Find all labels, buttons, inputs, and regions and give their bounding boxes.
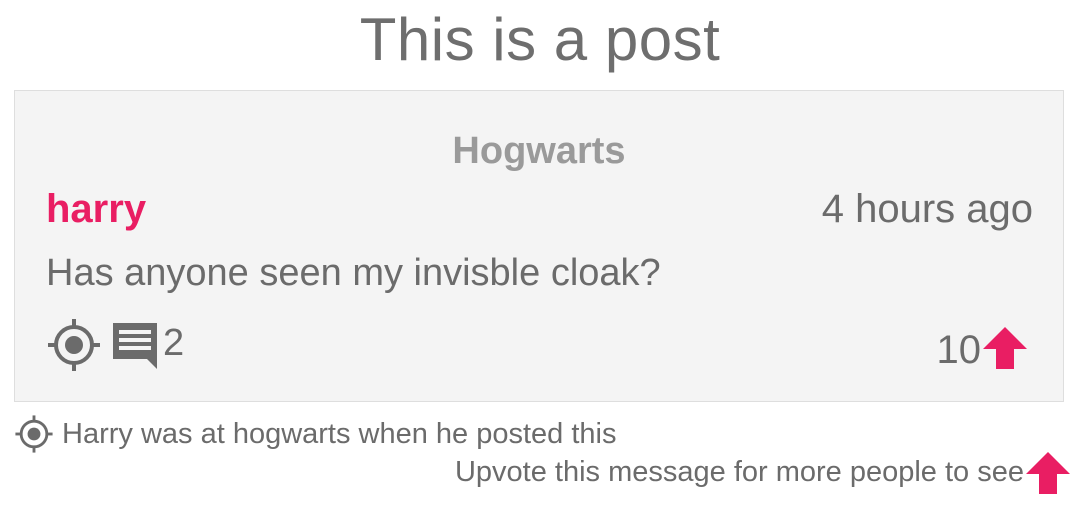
- my-location-icon: [48, 319, 100, 371]
- post-card[interactable]: Hogwarts harry 4 hours ago Has anyone se…: [14, 90, 1064, 402]
- vote-group: 10: [937, 319, 1030, 375]
- post-location-title: Hogwarts: [452, 130, 626, 172]
- post-timestamp: 4 hours ago: [821, 187, 1033, 231]
- page-title: This is a post: [359, 6, 721, 73]
- comment-count: 2: [163, 322, 185, 364]
- location-button[interactable]: [46, 317, 102, 373]
- post-message: Has anyone seen my invisble cloak?: [46, 252, 661, 294]
- upvote-arrow-icon[interactable]: [981, 323, 1029, 371]
- legend-upvote-text: Upvote this message for more people to s…: [454, 456, 1024, 488]
- comments-button[interactable]: 2: [109, 317, 184, 373]
- comment-icon: [113, 323, 157, 369]
- post-author[interactable]: harry: [46, 187, 146, 231]
- arrow-up-icon: [1026, 452, 1070, 494]
- my-location-icon: [15, 415, 53, 453]
- vote-count: 10: [936, 328, 982, 372]
- legend-upvote: Upvote this message for more people to s…: [455, 446, 1072, 498]
